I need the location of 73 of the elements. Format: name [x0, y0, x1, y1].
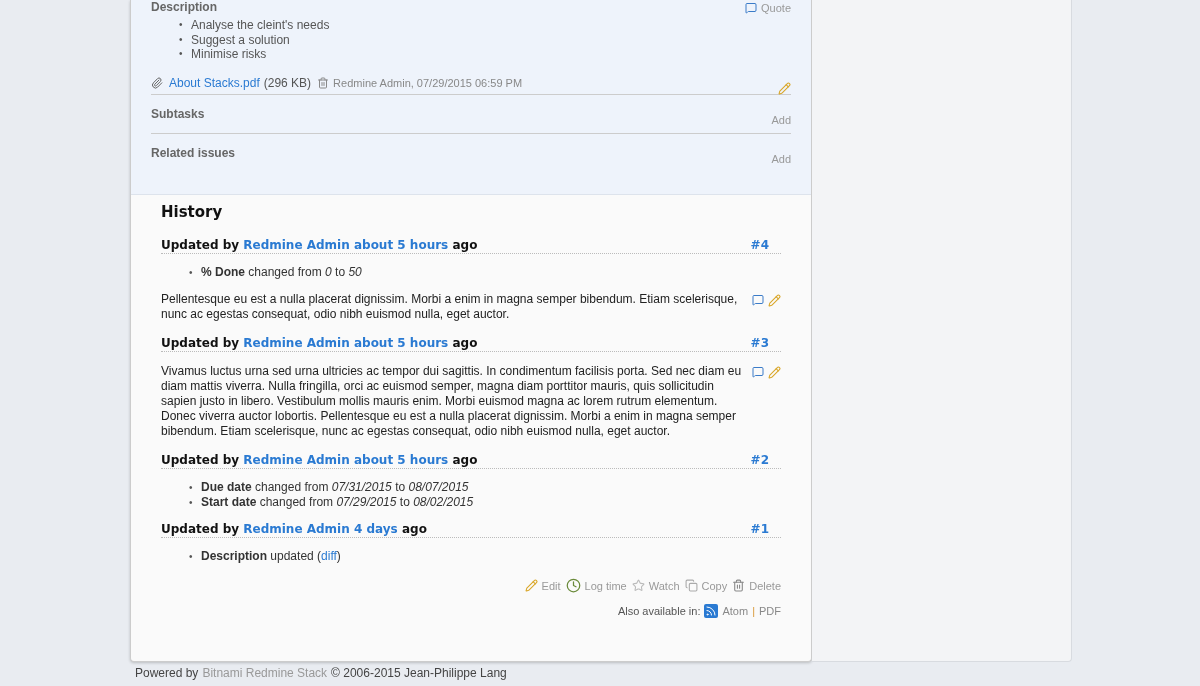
attachment-meta: Redmine Admin, 07/29/2015 06:59 PM: [333, 76, 523, 89]
section-label: Related issues: [151, 145, 236, 162]
change-detail: Due date changed from 07/31/2015 to 08/07/2015: [201, 480, 469, 495]
formats-label: Also available in:: [617, 605, 701, 617]
journal-number-link[interactable]: #2: [750, 453, 769, 467]
separator: |: [752, 605, 755, 617]
list-bullet: •: [189, 550, 194, 564]
footer-text: © 2006-2015 Jean-Philippe Lang: [331, 666, 507, 680]
author-link[interactable]: Redmine Admin: [243, 336, 350, 350]
time-link[interactable]: about 5 hours: [353, 453, 449, 467]
section-label: Subtasks: [151, 106, 205, 123]
list-bullet: •: [179, 18, 184, 32]
list-bullet: •: [179, 47, 184, 61]
pencil-icon: [768, 294, 781, 307]
change-detail: Start date changed from 07/29/2015 to 08/02/2015: [201, 495, 474, 510]
comment-icon: [752, 366, 764, 378]
delete-link[interactable]: Delete: [732, 578, 781, 593]
author-link[interactable]: Redmine Admin: [243, 453, 350, 467]
journal-suffix: ago: [401, 522, 427, 536]
add-link[interactable]: Add: [771, 113, 791, 126]
list-bullet: •: [189, 266, 194, 280]
journal-note: Vivamus luctus urna sed urna ultricies ac tempor dui sagittis. In condimentum facilisis porta. Sed nec diam eu diam mattis viverra. Nulla fringilla, orci ac euismod semper, magna diam porttitor mauris, quis sollicitudin sapien justo in libero. Vestibulum mollis mauris enim. Morbi euismod magna ac lorem rutrum elementum. Donec viverra auctor lobortis. Pellentesque eu est a nulla placerat dignissim. Morbi a enim in magna semper bibendum. Etiam scelerisque, nunc ac egestas consequat, odio nibh euismod nulla, eget auctor.: [161, 364, 743, 439]
journal-number-link[interactable]: #4: [750, 238, 769, 252]
list-bullet: •: [189, 481, 194, 495]
add-link[interactable]: Add: [771, 152, 791, 165]
paperclip-icon: [151, 76, 163, 89]
history-title: History: [161, 203, 224, 221]
description-item: Suggest a solution: [191, 32, 290, 47]
journal-prefix: Updated by: [161, 336, 241, 350]
pencil-icon: [778, 82, 791, 95]
format-link[interactable]: Atom: [722, 605, 749, 617]
author-link[interactable]: Redmine Admin: [243, 522, 350, 536]
journal-suffix: ago: [452, 453, 478, 467]
section-label: Description: [151, 0, 217, 14]
time-link[interactable]: about 5 hours: [353, 238, 449, 252]
list-bullet: •: [189, 496, 194, 510]
comment-icon: [745, 2, 758, 14]
time-link[interactable]: about 5 hours: [353, 336, 449, 350]
journal-number-link[interactable]: #3: [750, 336, 769, 350]
pencil-icon: [524, 579, 538, 592]
time-link[interactable]: 4 days: [353, 522, 398, 536]
log-time-link[interactable]: Log time: [565, 578, 627, 593]
trash-icon: [317, 76, 330, 89]
description-item: Minimise risks: [191, 47, 267, 62]
change-detail: % Done changed from 0 to 50: [201, 265, 362, 280]
list-bullet: •: [179, 32, 184, 47]
pencil-icon: [768, 366, 781, 379]
author-link[interactable]: Redmine Admin: [243, 238, 350, 252]
journal-note: Pellentesque eu est a nulla placerat dignissim. Morbi a enim in magna semper bibendum. Etiam scelerisque, nunc ac egestas consequat, odio nibh euismod nulla, eget auctor.: [161, 292, 739, 322]
copy-link[interactable]: Copy: [684, 578, 728, 593]
edit-link[interactable]: Edit: [524, 578, 561, 593]
trash-icon: [732, 579, 746, 592]
journal-suffix: ago: [452, 336, 478, 350]
footer-link[interactable]: Bitnami Redmine Stack: [202, 666, 328, 680]
journal-prefix: Updated by: [161, 453, 241, 467]
feed-icon: [704, 604, 719, 618]
change-detail: Description updated (diff): [201, 549, 341, 564]
description-item: Analyse the cleint's needs: [191, 18, 330, 33]
diff-link[interactable]: diff: [321, 549, 337, 563]
attachment-link[interactable]: About Stacks.pdf: [169, 75, 260, 90]
comment-icon: [752, 294, 764, 306]
footer-text: Powered by: [135, 666, 199, 680]
format-link[interactable]: PDF: [759, 605, 781, 617]
star-icon: [631, 579, 645, 592]
journal-number-link[interactable]: #1: [750, 522, 769, 536]
quote-link[interactable]: Quote: [745, 2, 791, 14]
clock-icon: [565, 578, 581, 593]
journal-prefix: Updated by: [161, 238, 241, 252]
copy-icon: [684, 579, 698, 592]
watch-link[interactable]: Watch: [631, 578, 680, 593]
file-size: (296 KB): [263, 75, 312, 90]
journal-prefix: Updated by: [161, 522, 241, 536]
journal-suffix: ago: [452, 238, 478, 252]
